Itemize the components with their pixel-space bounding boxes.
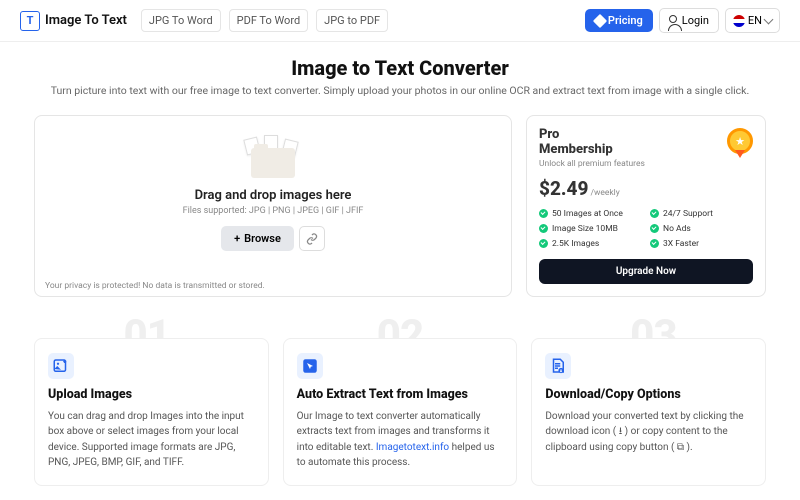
login-button[interactable]: Login [659,8,719,33]
check-icon [539,239,548,248]
feature-item: 3X Faster [650,239,753,249]
login-label: Login [682,14,709,27]
logo-text: Image To Text [45,13,127,28]
browse-button[interactable]: + Browse [221,226,294,251]
promo-panel: ProMembership Unlock all premium feature… [526,115,766,297]
dropzone[interactable]: Drag and drop images here Files supporte… [34,115,512,297]
price-amount: $2.49 [539,177,588,200]
browse-label: Browse [244,232,281,245]
feature-item: 24/7 Support [650,209,753,219]
card-title: Auto Extract Text from Images [297,387,504,402]
dropzone-supported: Files supported: JPG | PNG | JPEG | GIF … [49,206,497,216]
main-row: Drag and drop images here Files supporte… [0,105,800,297]
steps-section: 01 02 03 Upload Images You can drag and … [0,311,800,486]
check-icon [650,209,659,218]
nav-jpg-to-word[interactable]: JPG To Word [141,9,221,32]
check-icon [650,224,659,233]
link-button[interactable] [299,226,325,251]
copy-inline-icon: ⧉ [677,442,684,453]
link-icon [306,233,318,245]
feature-item: No Ads [650,224,753,234]
card-body: Our Image to text converter automaticall… [297,409,504,471]
nav-pdf-to-word[interactable]: PDF To Word [229,9,308,32]
dropzone-title: Drag and drop images here [49,188,497,203]
check-icon [539,224,548,233]
card-download: Download/Copy Options Download your conv… [531,338,766,486]
logo-icon: T [20,11,40,31]
topbar: T Image To Text JPG To Word PDF To Word … [0,0,800,42]
feature-grid: 50 Images at Once 24/7 Support Image Siz… [539,209,753,249]
step-cards: Upload Images You can drag and drop Imag… [0,338,800,486]
privacy-note: Your privacy is protected! No data is tr… [45,281,265,291]
lang-label: EN [748,14,762,27]
page-subtitle: Turn picture into text with our free ima… [0,84,800,97]
pricing-button[interactable]: Pricing [585,9,653,32]
hero: Image to Text Converter Turn picture int… [0,42,800,105]
image-upload-icon [48,353,74,379]
card-title: Download/Copy Options [545,387,752,402]
pricing-label: Pricing [608,14,643,27]
feature-item: Image Size 10MB [539,224,642,234]
cursor-icon [297,353,323,379]
flag-icon [733,15,745,27]
ribbon-badge-icon: ★ [727,128,753,154]
promo-title: ProMembership [539,128,645,158]
person-icon [669,15,679,27]
inline-link[interactable]: Imagetotext.info [376,442,449,453]
document-download-icon [545,353,571,379]
upgrade-button[interactable]: Upgrade Now [539,259,753,284]
card-body: You can drag and drop Images into the in… [48,409,255,471]
page-title: Image to Text Converter [0,56,800,80]
card-body: Download your converted text by clicking… [545,409,752,456]
price-row: $2.49 /weekly [539,177,753,200]
dropzone-illustration [243,138,303,180]
check-icon [650,239,659,248]
price-period: /weekly [590,188,619,198]
card-upload: Upload Images You can drag and drop Imag… [34,338,269,486]
card-extract: Auto Extract Text from Images Our Image … [283,338,518,486]
nav-jpg-to-pdf[interactable]: JPG to PDF [316,9,388,32]
promo-subtitle: Unlock all premium features [539,159,645,169]
topbar-right: Pricing Login EN [585,8,780,33]
chevron-down-icon [764,14,774,24]
dropzone-inner: Drag and drop images here Files supporte… [49,130,497,261]
feature-item: 2.5K Images [539,239,642,249]
card-title: Upload Images [48,387,255,402]
diamond-icon [593,13,607,27]
language-button[interactable]: EN [725,8,780,33]
topbar-left: T Image To Text JPG To Word PDF To Word … [20,9,388,32]
check-icon [539,209,548,218]
logo[interactable]: T Image To Text [20,11,127,31]
plus-icon: + [234,232,240,245]
feature-item: 50 Images at Once [539,209,642,219]
